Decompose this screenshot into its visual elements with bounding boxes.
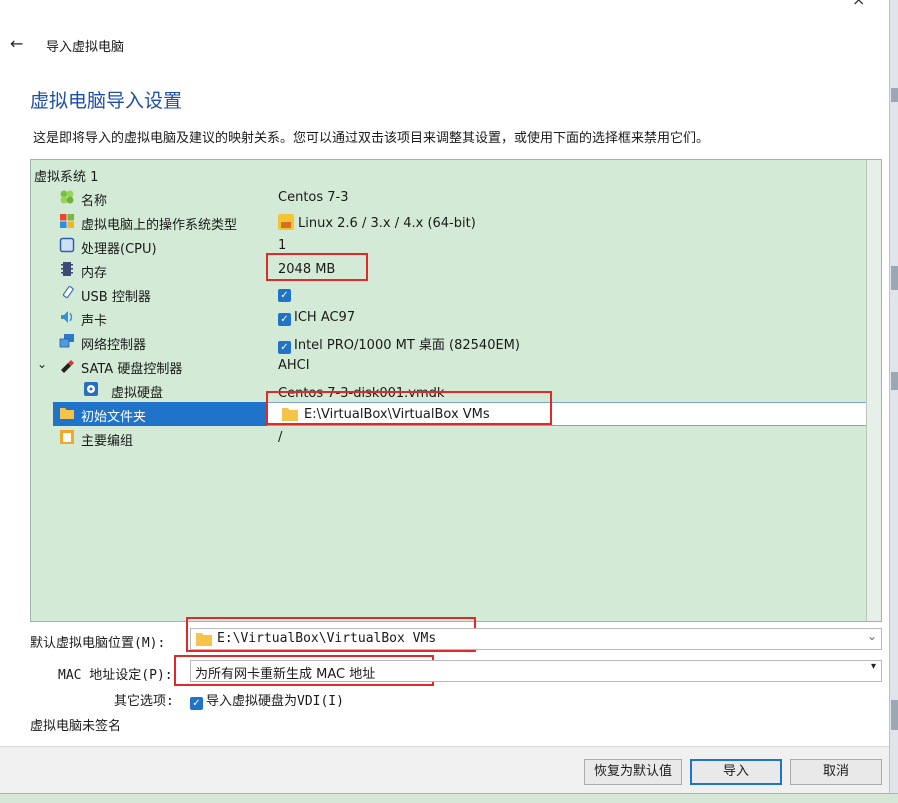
name-icon (60, 190, 74, 204)
tree-row-label: 网络控制器 (81, 338, 147, 353)
page-description: 这是即将导入的虚拟电脑及建议的映射关系。您可以通过双击该项目来调整其设置，或使用… (33, 131, 710, 146)
tree-row-name[interactable]: 名称 Centos 7-3 (31, 186, 867, 210)
tree-row-value: Linux 2.6 / 3.x / 4.x (64-bit) (298, 216, 476, 231)
linux-icon (278, 214, 294, 230)
default-location-label: 默认虚拟电脑位置(M): (30, 636, 166, 651)
audio-checkbox[interactable]: ✓ (278, 313, 291, 326)
sata-icon (61, 360, 74, 373)
tree-row-label: USB 控制器 (81, 290, 151, 305)
highlight-box-memory (266, 253, 368, 281)
usb-checkbox[interactable]: ✓ (278, 289, 291, 302)
import-vdi-checkbox[interactable]: ✓ (190, 697, 203, 710)
other-options-label: 其它选项: (114, 694, 174, 709)
system-label: 虚拟系统 1 (34, 170, 99, 185)
cpu-icon (59, 237, 75, 253)
default-location-value: E:\VirtualBox\VirtualBox VMs (217, 631, 437, 646)
tree-row-usb[interactable]: USB 控制器 ✓ (31, 282, 867, 306)
group-icon (60, 430, 74, 444)
tree-row-label: 主要编组 (81, 434, 134, 449)
tree-scrollbar[interactable] (866, 160, 881, 621)
tree-row-label: 虚拟硬盘 (111, 386, 164, 401)
tree-row-sata[interactable]: ⌄ SATA 硬盘控制器 AHCI (31, 354, 867, 378)
dialog-footer: 恢复为默认值 导入 取消 (0, 746, 889, 794)
import-button[interactable]: 导入 (690, 759, 782, 785)
cancel-button[interactable]: 取消 (790, 759, 882, 785)
folder-icon (196, 633, 212, 646)
wizard-title: 导入虚拟电脑 (46, 40, 125, 55)
tree-row-value: / (278, 430, 283, 445)
disk-icon (84, 382, 98, 396)
tree-row-label: SATA 硬盘控制器 (81, 362, 183, 377)
background-window-strip (889, 0, 898, 802)
mac-policy-value: 为所有网卡重新生成 MAC 地址 (195, 667, 376, 682)
tree-row-value-wrap: ✓ Intel PRO/1000 MT 桌面 (82540EM) (278, 334, 520, 354)
tree-row-os-type[interactable]: 虚拟电脑上的操作系统类型 Linux 2.6 / 3.x / 4.x (64-b… (31, 210, 867, 234)
tree-row-cpu[interactable]: 处理器(CPU) 1 (31, 234, 867, 258)
default-location-combobox[interactable]: E:\VirtualBox\VirtualBox VMs ⌄ (190, 628, 882, 650)
tree-row-label: 声卡 (81, 314, 108, 329)
page-heading: 虚拟电脑导入设置 (30, 90, 183, 112)
tree-row-label: 名称 (81, 194, 108, 209)
tree-row-label: 处理器(CPU) (81, 242, 157, 257)
mac-policy-label: MAC 地址设定(P): (58, 668, 173, 683)
chevron-down-icon[interactable]: ⌄ (867, 629, 877, 643)
import-vdi-label: 导入虚拟硬盘为VDI(I) (206, 694, 344, 709)
tree-row-value-wrap: ✓ ICH AC97 (278, 310, 355, 326)
usb-icon (62, 285, 74, 299)
tree-system-row[interactable]: 虚拟系统 1 (31, 162, 867, 186)
tree-row-label: 内存 (81, 266, 108, 281)
tree-row-label: 初始文件夹 (81, 410, 147, 425)
tree-row-value: Intel PRO/1000 MT 桌面 (82540EM) (294, 338, 520, 353)
tree-row-value: AHCI (278, 358, 310, 373)
network-icon (59, 334, 74, 348)
mac-policy-combobox[interactable]: 为所有网卡重新生成 MAC 地址 ▾ (190, 660, 882, 682)
memory-icon (61, 262, 73, 276)
dropdown-arrow-icon[interactable]: ▾ (871, 661, 876, 672)
tree-row-group[interactable]: 主要编组 / (31, 426, 867, 450)
tree-row-value: ICH AC97 (294, 310, 356, 325)
os-type-icon (60, 214, 74, 228)
tree-row-memory[interactable]: 内存 2048 MB (31, 258, 867, 282)
highlight-box-folder (266, 391, 552, 425)
tree-row-value: Centos 7-3 (278, 190, 349, 205)
tree-row-value: 1 (278, 238, 287, 253)
chevron-down-icon[interactable]: ⌄ (37, 357, 47, 371)
import-vdi-option[interactable]: ✓ 导入虚拟硬盘为VDI(I) (190, 690, 344, 710)
tree-row-value-wrap: Linux 2.6 / 3.x / 4.x (64-bit) (278, 214, 476, 231)
close-icon[interactable]: × (852, 0, 865, 9)
tree-row-network[interactable]: 网络控制器 ✓ Intel PRO/1000 MT 桌面 (82540EM) (31, 330, 867, 354)
tree-row-value-wrap: ✓ (278, 286, 294, 302)
back-arrow-icon[interactable]: ← (10, 34, 23, 53)
unsigned-notice: 虚拟电脑未签名 (30, 719, 122, 734)
network-checkbox[interactable]: ✓ (278, 341, 291, 354)
restore-defaults-button[interactable]: 恢复为默认值 (584, 759, 682, 785)
tree-row-label: 虚拟电脑上的操作系统类型 (81, 218, 238, 233)
tree-row-audio[interactable]: 声卡 ✓ ICH AC97 (31, 306, 867, 330)
audio-icon (61, 311, 73, 323)
folder-icon (60, 408, 74, 419)
